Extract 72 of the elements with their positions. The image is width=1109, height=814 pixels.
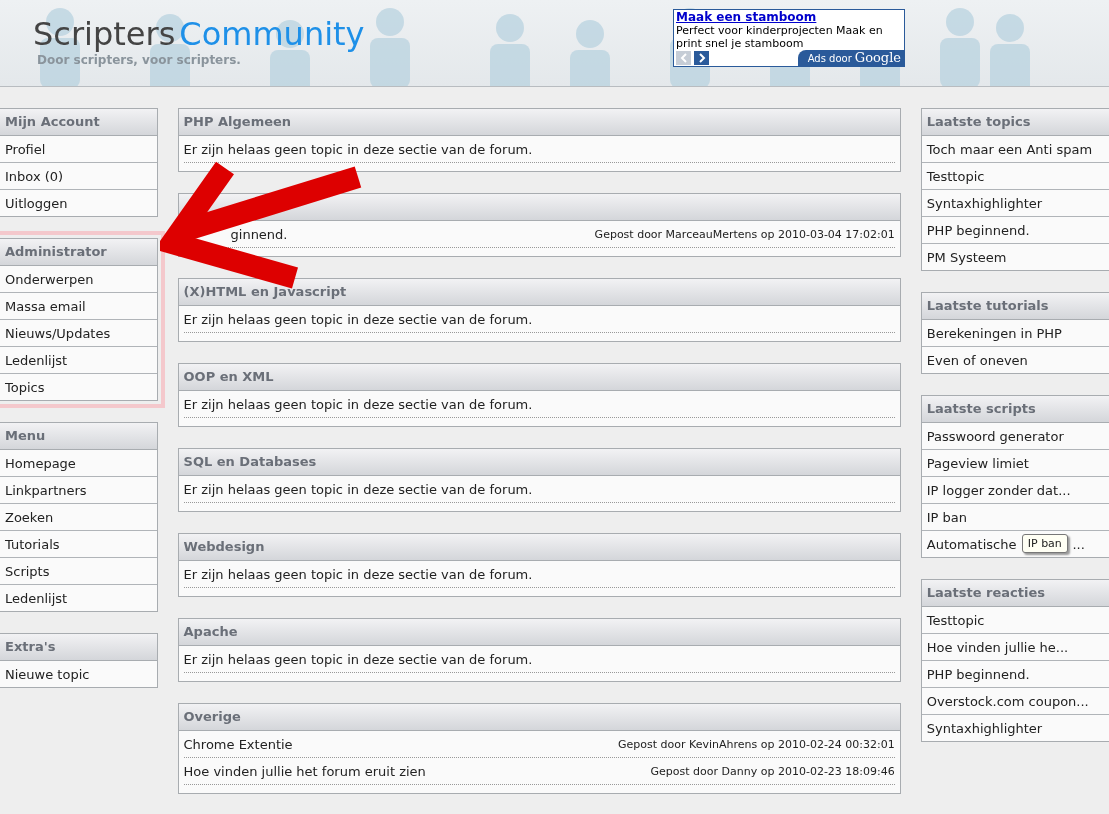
menu-link[interactable]: Ledenlijst: [0, 585, 157, 611]
menu-link[interactable]: Inbox (0): [0, 163, 157, 190]
latest-link[interactable]: PHP beginnend.: [921, 217, 1109, 244]
topic-link[interactable]: Er zijn helaas geen topic in deze sectie van de forum.: [183, 651, 533, 667]
latest-link[interactable]: Testtopic: [921, 607, 1109, 634]
menu-link[interactable]: Ledenlijst: [0, 347, 157, 374]
chevron-right-icon: [697, 53, 706, 63]
section-title: (X)HTML en Javascript: [178, 279, 900, 306]
logo-text: Scripters: [33, 15, 176, 53]
panel-title: Menu: [0, 423, 157, 450]
panel-title: Extra's: [0, 634, 157, 661]
latest-link[interactable]: PM Systeem: [921, 244, 1109, 270]
panel-title: Administrator: [0, 239, 157, 266]
latest-link[interactable]: Overstock.com coupon...: [921, 688, 1109, 715]
ellipsis-text: ...: [1072, 536, 1085, 552]
ad-link[interactable]: Maak een stamboom: [676, 10, 817, 24]
menu-link[interactable]: Onderwerpen: [0, 266, 157, 293]
topic-link[interactable]: ginnend.: [230, 226, 288, 242]
ad-text: Perfect voor kinderprojecten Maak en print snel je stamboom: [676, 24, 884, 50]
chevron-left-icon: [679, 53, 688, 63]
menu-link[interactable]: Uitloggen: [0, 190, 157, 216]
topic-link[interactable]: Er zijn helaas geen topic in deze sectie van de forum.: [183, 311, 533, 327]
next-button[interactable]: [694, 51, 709, 65]
section-title: Overige: [178, 704, 900, 731]
section-title: PHP Algemeen: [178, 109, 900, 136]
panel-title: Mijn Account: [0, 109, 157, 136]
topic-link[interactable]: Hoe vinden jullie het forum eruit zien: [183, 763, 426, 779]
topic-link[interactable]: Er zijn helaas geen topic in deze sectie van de forum.: [183, 566, 533, 582]
topic-link[interactable]: Er zijn helaas geen topic in deze sectie van de forum.: [183, 481, 533, 497]
menu-link[interactable]: Linkpartners: [0, 477, 157, 504]
latest-link[interactable]: Syntaxhighlighter: [921, 715, 1109, 741]
section-title: OOP en XML: [178, 364, 900, 391]
topic-link[interactable]: Er zijn helaas geen topic in deze sectie van de forum.: [183, 396, 533, 412]
menu-link[interactable]: Topics: [0, 374, 157, 400]
brand-label: Google: [854, 51, 901, 64]
menu-link[interactable]: Zoeken: [0, 504, 157, 531]
menu-link[interactable]: Scripts: [0, 558, 157, 585]
menu-link[interactable]: Massa email: [0, 293, 157, 320]
latest-link[interactable]: Toch maar een Anti spam: [921, 136, 1109, 163]
topic-link[interactable]: Er zijn helaas geen topic in deze sectie van de forum.: [183, 141, 533, 157]
section-title: Apache: [178, 619, 900, 646]
menu-link[interactable]: Homepage: [0, 450, 157, 477]
panel-title: Laatste reacties: [921, 580, 1109, 607]
latest-link[interactable]: Pageview limiet: [921, 450, 1109, 477]
post-info: Gepost door Danny op 2010-02-23 18:09:46: [650, 764, 895, 778]
menu-link[interactable]: Tutorials: [0, 531, 157, 558]
latest-link[interactable]: Syntaxhighlighter: [921, 190, 1109, 217]
latest-link[interactable]: IP logger zonder dat...: [921, 477, 1109, 504]
panel-title: Laatste topics: [921, 109, 1109, 136]
ads-badge[interactable]: Ads door Google: [797, 50, 904, 66]
menu-link[interactable]: Nieuws/Updates: [0, 320, 157, 347]
latest-link[interactable]: Even of oneven: [921, 347, 1109, 373]
hover-tooltip: IP ban: [1021, 534, 1068, 553]
ads-label: Ads door: [807, 52, 852, 65]
logo-text: Community: [179, 15, 365, 53]
panel-title: Laatste scripts: [921, 396, 1109, 423]
panel-title: Laatste tutorials: [921, 293, 1109, 320]
latest-link[interactable]: PHP beginnend.: [921, 661, 1109, 688]
post-info: Gepost door MarceauMertens op 2010-03-04 17:02:01: [594, 227, 895, 241]
latest-link[interactable]: IP ban: [921, 504, 1109, 531]
latest-link[interactable]: Testtopic: [921, 163, 1109, 190]
latest-link[interactable]: Berekeningen in PHP: [921, 320, 1109, 347]
menu-link[interactable]: Profiel: [0, 136, 157, 163]
post-info: Gepost door KevinAhrens op 2010-02-24 00:32:01: [618, 737, 895, 751]
slogan-text: Door scripters, voor scripters.: [37, 53, 242, 67]
section-title: SQL en Databases: [178, 449, 900, 476]
latest-link[interactable]: Passwoord generator: [921, 423, 1109, 450]
section-title: Webdesign: [178, 534, 900, 561]
latest-link[interactable]: Hoe vinden jullie he...: [921, 634, 1109, 661]
latest-link[interactable]: Automatische: [926, 536, 1017, 552]
topic-link[interactable]: Chrome Extentie: [183, 736, 293, 752]
menu-link[interactable]: Nieuwe topic: [0, 661, 157, 687]
